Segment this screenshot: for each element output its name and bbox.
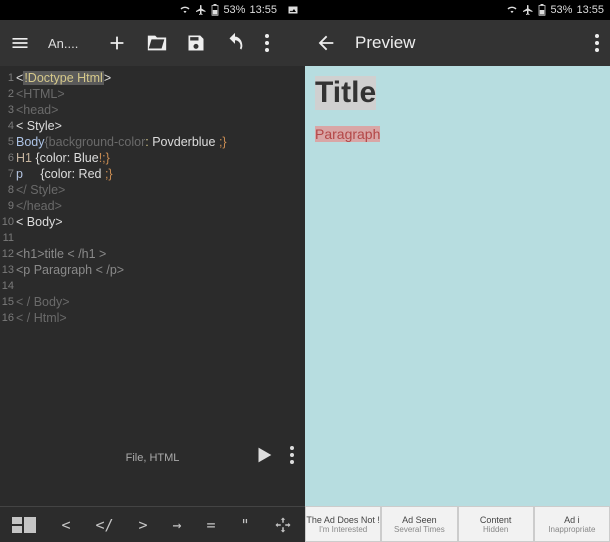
ad-strip: The Ad Does Not !I'm Interested Ad SeenS…	[305, 506, 610, 542]
statusbar-right: 53% 13:55	[305, 0, 610, 20]
editor-toolbar: An....	[0, 20, 305, 66]
undo-icon[interactable]	[224, 32, 246, 54]
preview-toolbar: Preview	[305, 20, 610, 66]
play-icon[interactable]	[253, 444, 275, 466]
battery-pct: 53%	[550, 4, 572, 16]
sym-quote[interactable]: "	[240, 516, 249, 534]
line-gutter: 12345678910111213141516	[0, 66, 16, 506]
ad-option-2[interactable]: Ad SeenSeveral Times	[381, 506, 457, 542]
clock: 13:55	[576, 4, 604, 16]
add-icon[interactable]	[106, 32, 128, 54]
expand-icon[interactable]	[274, 516, 292, 534]
save-icon[interactable]	[186, 33, 206, 53]
menu-icon[interactable]	[10, 33, 30, 53]
wifi-icon	[179, 4, 191, 16]
editor-panel: 53% 13:55 An.... 12345678910111213141516	[0, 0, 305, 542]
battery-icon	[211, 4, 219, 16]
battery-icon	[538, 4, 546, 16]
battery-pct: 53%	[223, 4, 245, 16]
symbol-toolbar: < </ > → = "	[0, 506, 305, 542]
airplane-icon	[195, 4, 207, 16]
sym-eq[interactable]: =	[206, 516, 215, 534]
sym-arrow[interactable]: →	[172, 516, 181, 534]
back-icon[interactable]	[315, 32, 337, 54]
ad-option-4[interactable]: Ad iInappropriate	[534, 506, 610, 542]
code-lines: <!Doctype Html> <HTML> <head> < Style> B…	[16, 66, 305, 506]
more-icon[interactable]	[264, 33, 270, 53]
preview-pane: Title Paragraph	[305, 66, 610, 506]
preview-title: Preview	[355, 33, 415, 53]
sym-closetag[interactable]: </	[95, 516, 113, 534]
airplane-icon	[522, 4, 534, 16]
folder-icon[interactable]	[146, 32, 168, 54]
clock: 13:55	[249, 4, 277, 16]
app-name[interactable]: An....	[48, 36, 88, 51]
rendered-p: Paragraph	[315, 126, 380, 142]
wifi-icon	[506, 4, 518, 16]
file-label: File, HTML	[126, 452, 180, 464]
rendered-h1: Title	[315, 76, 376, 110]
run-bar	[253, 444, 295, 466]
keyboard-icon[interactable]	[12, 517, 36, 533]
sym-gt[interactable]: >	[138, 516, 147, 534]
preview-more-icon[interactable]	[594, 33, 600, 53]
ad-option-3[interactable]: ContentHidden	[458, 506, 534, 542]
code-editor[interactable]: 12345678910111213141516 <!Doctype Html> …	[0, 66, 305, 506]
sym-lt[interactable]: <	[61, 516, 70, 534]
picture-icon	[287, 4, 299, 16]
ad-option-1[interactable]: The Ad Does Not !I'm Interested	[305, 506, 381, 542]
run-more-icon[interactable]	[289, 445, 295, 465]
statusbar-left: 53% 13:55	[0, 0, 305, 20]
preview-panel: 53% 13:55 Preview Title Paragraph The Ad…	[305, 0, 610, 542]
